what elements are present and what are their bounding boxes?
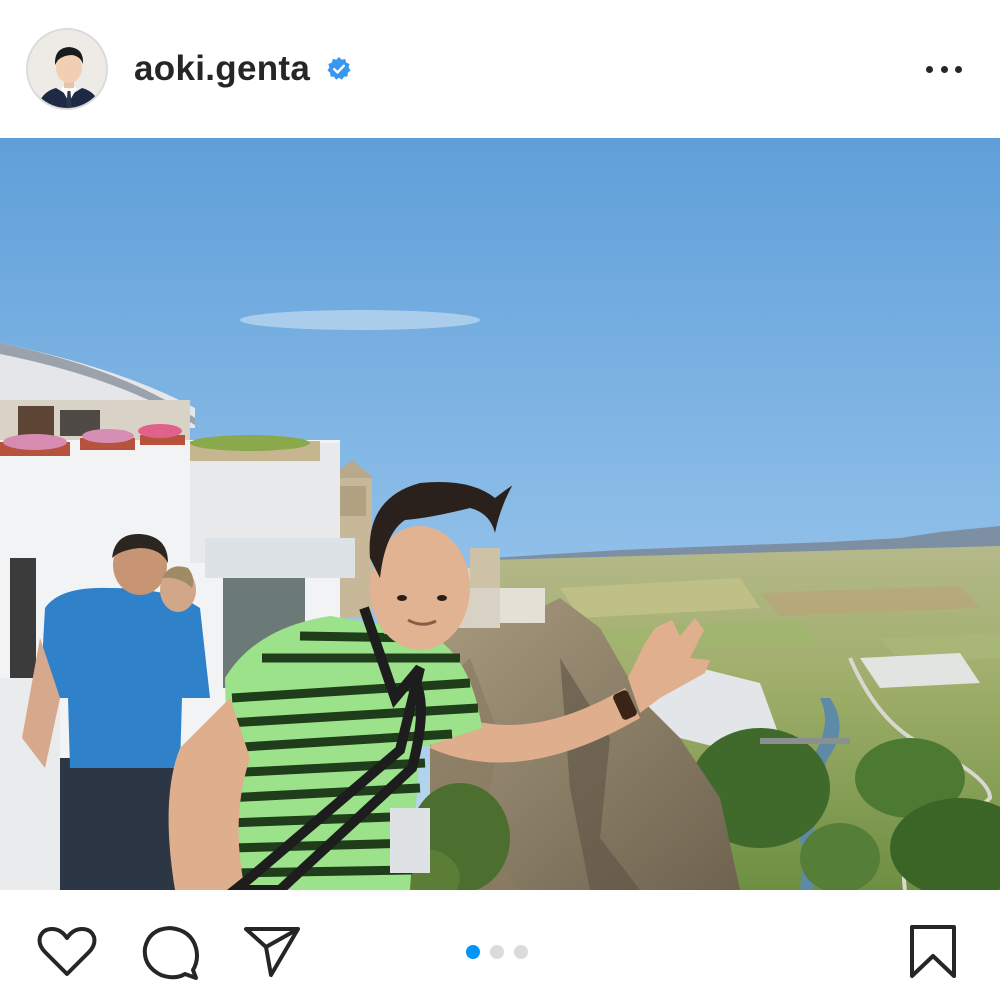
post-photo-scene: [0, 138, 1000, 890]
more-options-button[interactable]: [922, 55, 966, 83]
carousel-indicator: [466, 945, 528, 959]
post-header: aoki.genta: [0, 0, 1000, 138]
comment-icon[interactable]: [141, 924, 199, 982]
verified-badge-icon: [327, 57, 351, 80]
post-photo[interactable]: [0, 138, 1000, 890]
more-dot: [940, 65, 948, 73]
heart-icon[interactable]: [37, 926, 97, 978]
carousel-dot[interactable]: [514, 945, 528, 959]
post-username[interactable]: aoki.genta: [134, 48, 310, 90]
avatar-image: [28, 30, 106, 108]
profile-avatar[interactable]: [26, 28, 108, 110]
carousel-dot-active[interactable]: [466, 945, 480, 959]
more-dot: [926, 65, 933, 73]
carousel-dot[interactable]: [490, 945, 504, 959]
bookmark-icon[interactable]: [908, 924, 958, 980]
send-icon[interactable]: [243, 925, 301, 979]
more-dot: [955, 65, 962, 73]
